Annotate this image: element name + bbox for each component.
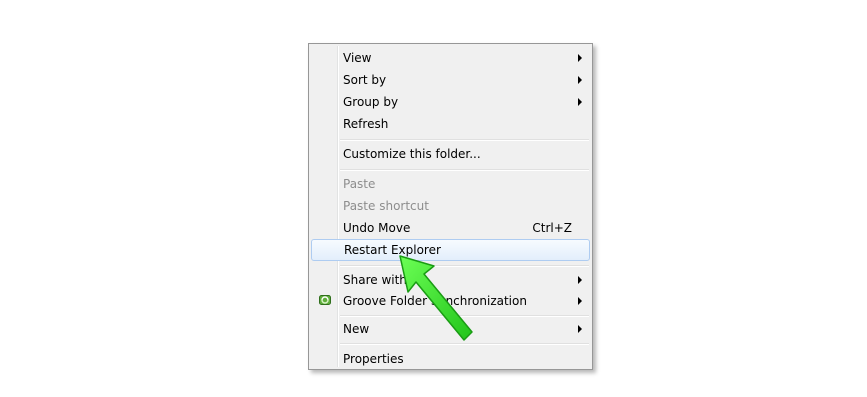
menu-item-properties[interactable]: Properties	[312, 349, 589, 369]
menu-item-label: Properties	[343, 352, 404, 366]
annotation-arrow-icon	[399, 255, 473, 341]
menu-item-label: Sort by	[343, 73, 387, 87]
submenu-arrow-icon	[578, 276, 582, 284]
menu-item-label: View	[343, 51, 372, 65]
menu-item-label: Paste	[343, 177, 376, 191]
menu-item-label: New	[343, 322, 370, 336]
menu-item-paste: Paste	[312, 174, 589, 194]
menu-item-label: Group by	[343, 95, 399, 109]
menu-item-sort-by[interactable]: Sort by	[312, 70, 589, 90]
menu-item-label: Customize this folder...	[343, 147, 481, 161]
menu-item-label: Undo Move	[343, 221, 411, 235]
submenu-arrow-icon	[578, 54, 582, 62]
menu-item-refresh[interactable]: Refresh	[312, 114, 589, 134]
submenu-arrow-icon	[578, 98, 582, 106]
submenu-arrow-icon	[578, 325, 582, 333]
menu-item-undo-move[interactable]: Undo Move Ctrl+Z	[312, 218, 589, 238]
menu-separator	[340, 139, 589, 141]
menu-item-paste-shortcut: Paste shortcut	[312, 196, 589, 216]
menu-item-view[interactable]: View	[312, 48, 589, 68]
shortcut-label: Ctrl+Z	[532, 221, 572, 235]
menu-item-customize-folder[interactable]: Customize this folder...	[312, 144, 589, 164]
menu-separator	[340, 169, 589, 171]
menu-item-group-by[interactable]: Group by	[312, 92, 589, 112]
submenu-arrow-icon	[578, 76, 582, 84]
groove-icon	[319, 295, 331, 305]
menu-item-label: Paste shortcut	[343, 199, 429, 213]
menu-item-label: Refresh	[343, 117, 389, 131]
submenu-arrow-icon	[578, 297, 582, 305]
